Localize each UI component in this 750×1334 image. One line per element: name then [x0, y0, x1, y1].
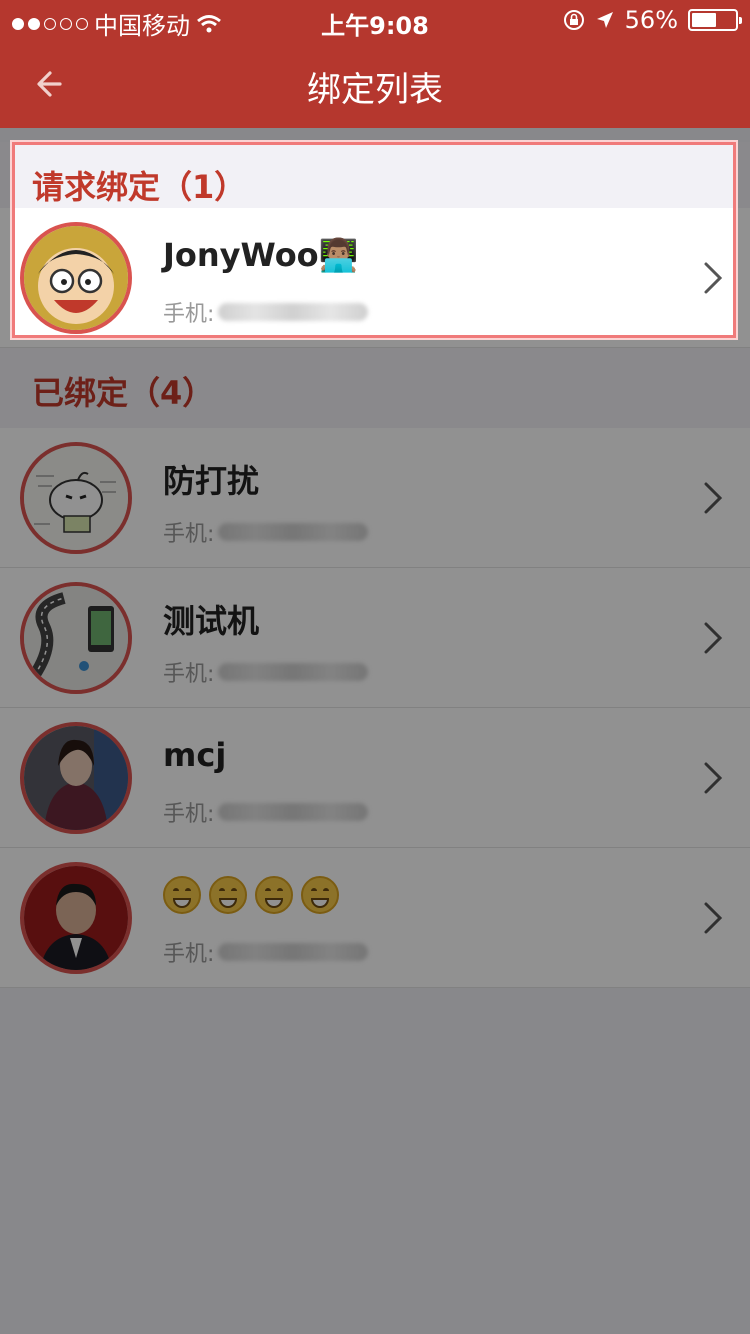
chevron-right-icon — [704, 622, 723, 654]
list-item-bound[interactable]: mcj 手机: — [0, 708, 750, 848]
status-bar: 中国移动 上午9:08 56% — [0, 0, 750, 40]
chevron-right-icon — [704, 262, 723, 294]
chevron-right-icon — [704, 762, 723, 794]
chevron-right-icon — [704, 482, 723, 514]
list-item-pending-request[interactable]: JonyWoo👨🏽‍💻 手机: — [0, 208, 750, 348]
grinning-face-icon — [163, 876, 201, 914]
phone-label: 手机: — [163, 662, 215, 687]
grinning-face-icon — [301, 876, 339, 914]
chevron-right-icon — [704, 902, 723, 934]
blurred-phone-number — [218, 523, 369, 541]
list-item-bound[interactable]: 测试机 手机: — [0, 568, 750, 708]
contact-name — [163, 876, 339, 914]
phone-label: 手机: — [163, 942, 215, 967]
contact-name: 测试机 — [163, 602, 260, 640]
list-item-bound[interactable]: 防打扰 手机: — [0, 428, 750, 568]
blurred-phone-number — [218, 943, 369, 961]
list-item-bound[interactable]: 手机: — [0, 848, 750, 988]
contact-name: 防打扰 — [163, 462, 260, 500]
page-title: 绑定列表 — [307, 70, 443, 110]
phone-label: 手机: — [163, 302, 215, 327]
man-portrait-avatar-icon — [24, 866, 128, 970]
contact-phone: 手机: — [163, 796, 369, 828]
battery-icon — [688, 9, 742, 31]
contact-phone: 手机: — [163, 656, 369, 688]
grinning-face-emoji-row — [163, 876, 339, 914]
contact-name: JonyWoo👨🏽‍💻 — [163, 236, 359, 274]
contact-phone: 手机: — [163, 936, 369, 968]
grinning-face-icon — [209, 876, 247, 914]
location-arrow-icon — [596, 12, 613, 28]
blurred-phone-number — [218, 663, 369, 681]
blurred-phone-number — [218, 803, 369, 821]
grinning-face-icon — [255, 876, 293, 914]
section-label-bound: 已绑定（4） — [32, 374, 215, 412]
avatar — [20, 582, 132, 694]
sketch-character-avatar-icon — [24, 446, 128, 550]
avatar — [20, 722, 132, 834]
cartoon-boy-avatar-icon — [24, 226, 128, 330]
contact-phone: 手机: — [163, 516, 369, 548]
contact-phone: 手机: — [163, 296, 369, 328]
road-map-avatar-icon — [24, 586, 128, 690]
phone-label: 手机: — [163, 522, 215, 547]
section-label-pending: 请求绑定（1） — [32, 168, 247, 206]
blurred-phone-number — [218, 303, 369, 321]
section-header-bound: 已绑定（4） — [0, 348, 750, 428]
avatar — [20, 222, 132, 334]
avatar — [20, 862, 132, 974]
battery-percent: 56% — [624, 6, 678, 34]
phone-label: 手机: — [163, 802, 215, 827]
contact-name: mcj — [163, 736, 227, 774]
woman-portrait-avatar-icon — [24, 726, 128, 830]
avatar — [20, 442, 132, 554]
orientation-lock-icon — [563, 10, 584, 30]
navigation-bar: 绑定列表 — [0, 40, 750, 128]
status-icons: 56% — [563, 6, 742, 34]
